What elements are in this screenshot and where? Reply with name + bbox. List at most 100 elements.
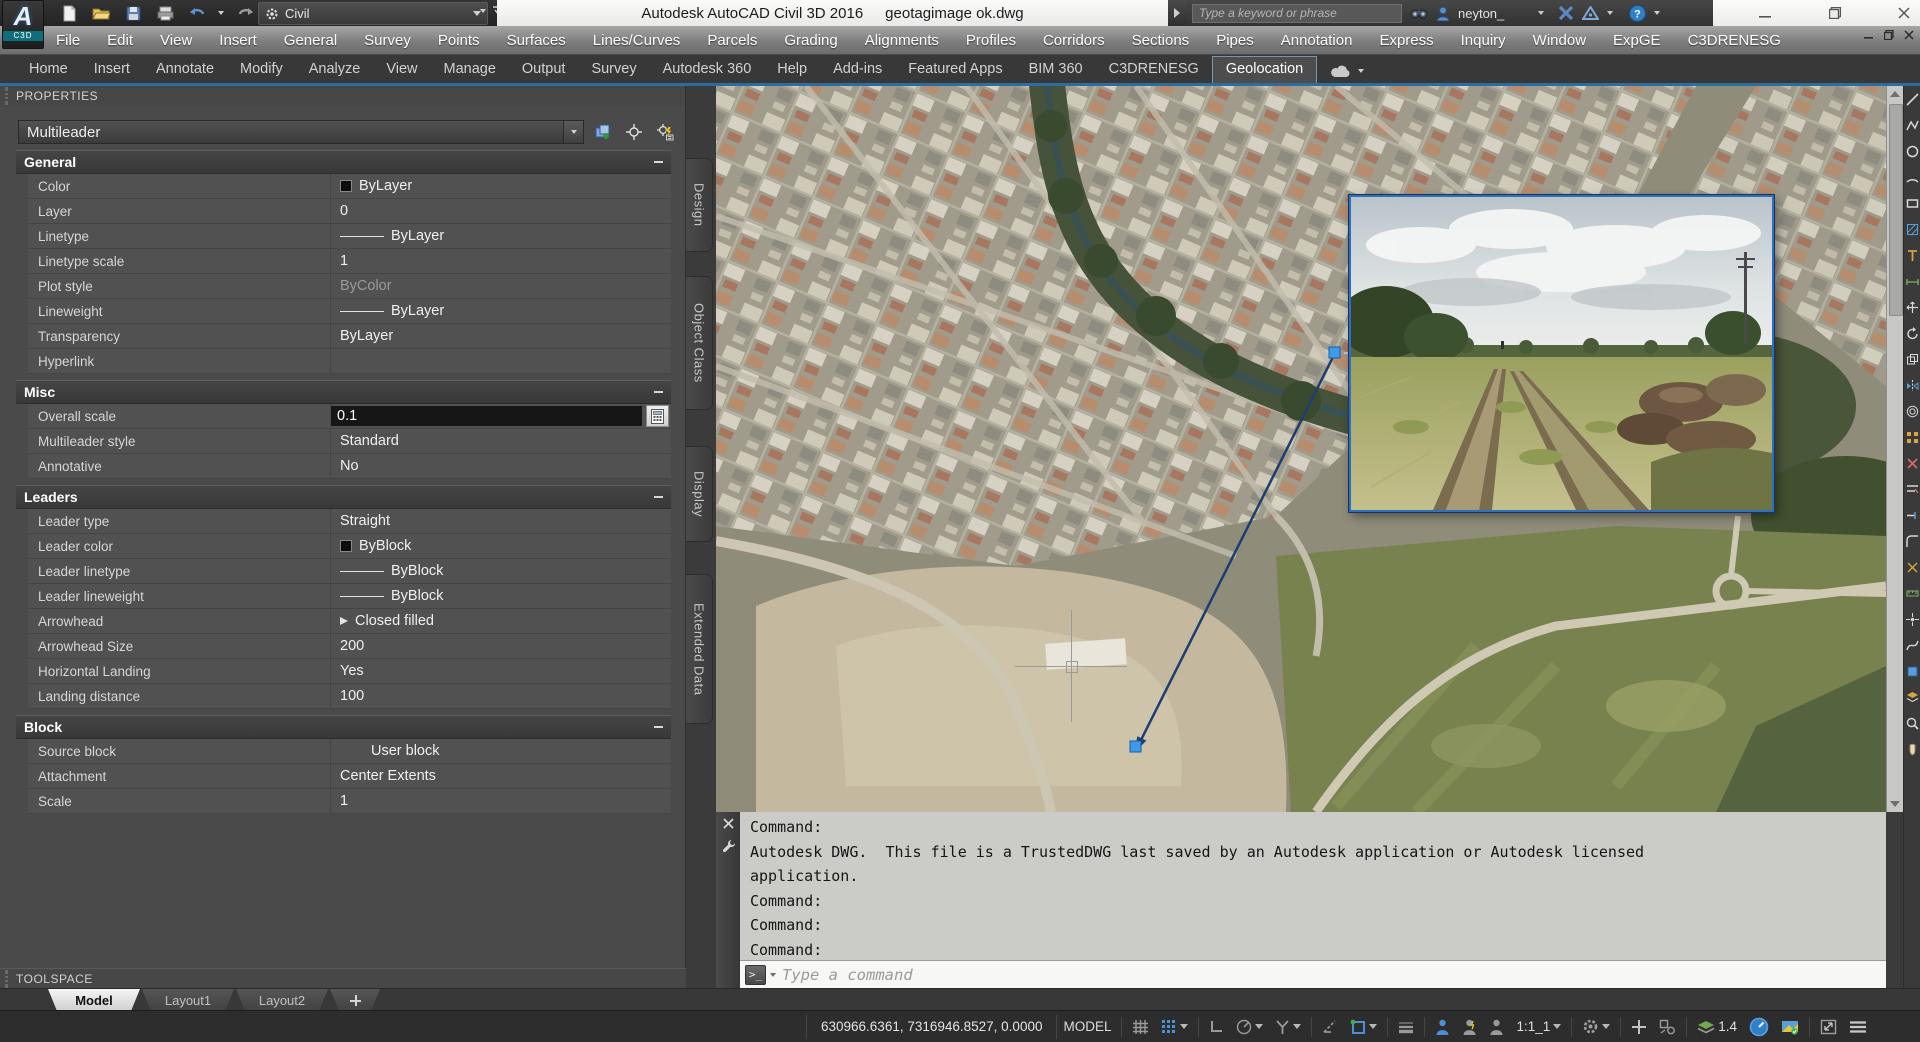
ribbon-tab-survey[interactable]: Survey	[578, 57, 649, 83]
autodesk360-icon[interactable]	[1582, 6, 1599, 20]
tab-extended-data[interactable]: Extended Data	[686, 574, 713, 724]
toolspace-palette-title[interactable]: TOOLSPACE	[0, 968, 686, 988]
ribbon-tab-modify[interactable]: Modify	[227, 57, 296, 83]
title-overflow-button[interactable]	[1168, 0, 1186, 26]
menu-profiles[interactable]: Profiles	[966, 32, 1016, 49]
menu-alignments[interactable]: Alignments	[865, 32, 939, 49]
block-insert-icon[interactable]	[1905, 664, 1920, 679]
cloud-share-icon[interactable]	[1331, 64, 1353, 78]
select-objects-button[interactable]	[622, 120, 646, 144]
quick-calc-button[interactable]	[646, 405, 669, 427]
overall-scale-input[interactable]: 0.1	[331, 406, 642, 426]
spline-icon[interactable]	[1905, 638, 1920, 653]
ribbon-tab-output[interactable]: Output	[509, 57, 579, 83]
measure-icon[interactable]	[1905, 586, 1920, 601]
properties-palette-title[interactable]: PROPERTIES	[0, 86, 685, 106]
command-customize-wrench-icon[interactable]	[722, 839, 735, 852]
menu-express[interactable]: Express	[1379, 32, 1433, 49]
new-file-button[interactable]	[58, 3, 80, 23]
tab-layout2[interactable]: Layout2	[236, 989, 328, 1011]
application-menu-button[interactable]: A C3D	[2, 0, 44, 49]
open-file-button[interactable]	[90, 3, 112, 23]
annotation-autoscale-button[interactable]	[1456, 1015, 1483, 1039]
workspace-selector[interactable]: Civil	[258, 2, 488, 25]
menu-c3drenesg[interactable]: C3DRENESG	[1688, 32, 1781, 49]
ribbon-tab-insert[interactable]: Insert	[81, 57, 143, 83]
menu-inquiry[interactable]: Inquiry	[1461, 32, 1506, 49]
polar-caret-icon[interactable]	[1255, 1024, 1263, 1029]
command-recent-caret-icon[interactable]	[770, 973, 776, 977]
ribbon-tab-help[interactable]: Help	[764, 57, 820, 83]
annotation-scale-button[interactable]: 1:1_1	[1510, 1015, 1567, 1039]
tab-display[interactable]: Display	[686, 446, 713, 542]
collapse-icon[interactable]	[654, 161, 663, 163]
workspace-switching-button[interactable]	[1576, 1015, 1616, 1039]
object-type-caret-icon[interactable]	[563, 121, 583, 143]
viewport-scrollbar[interactable]	[1886, 86, 1903, 812]
quick-select-button[interactable]	[653, 120, 677, 144]
point-icon[interactable]	[1905, 612, 1920, 627]
grid-display-button[interactable]	[1126, 1015, 1155, 1039]
draw-rectangle-icon[interactable]	[1905, 196, 1920, 211]
offset-icon[interactable]	[1905, 404, 1920, 419]
command-history[interactable]: Command:Autodesk DWG. This file is a Tru…	[740, 812, 1886, 960]
tab-model[interactable]: Model	[48, 989, 140, 1011]
lineweight-display-button[interactable]	[1392, 1015, 1420, 1039]
menu-edit[interactable]: Edit	[107, 32, 133, 49]
explode-icon[interactable]	[1905, 560, 1920, 575]
draw-line-icon[interactable]	[1905, 92, 1920, 107]
menu-window[interactable]: Window	[1533, 32, 1586, 49]
draw-arc-icon[interactable]	[1905, 170, 1920, 185]
save-button[interactable]	[122, 3, 144, 23]
isometric-drafting-button[interactable]	[1269, 1015, 1307, 1039]
exchange-apps-icon[interactable]	[1558, 6, 1574, 20]
extend-icon[interactable]	[1905, 508, 1920, 523]
erase-icon[interactable]	[1905, 456, 1920, 471]
minimize-button[interactable]	[1759, 8, 1772, 19]
signed-in-username[interactable]: neyton_	[1458, 6, 1504, 21]
fillet-icon[interactable]	[1905, 534, 1920, 549]
scroll-up-icon[interactable]	[1890, 91, 1900, 97]
ribbon-tab-manage[interactable]: Manage	[431, 57, 509, 83]
collapse-icon[interactable]	[654, 496, 663, 498]
help-caret-icon[interactable]	[1654, 11, 1660, 15]
rotate-icon[interactable]	[1905, 326, 1920, 341]
hatch-icon[interactable]	[1905, 222, 1920, 237]
tab-object-class[interactable]: Object Class	[686, 276, 713, 410]
iso-caret-icon[interactable]	[1293, 1024, 1301, 1029]
doc-close-button[interactable]	[1904, 30, 1914, 40]
grip-leader-start[interactable]	[1329, 347, 1340, 358]
draw-polyline-icon[interactable]	[1905, 118, 1920, 133]
menu-file[interactable]: File	[56, 32, 80, 49]
ortho-mode-button[interactable]	[1203, 1015, 1230, 1039]
pan-tool-icon[interactable]	[1905, 742, 1920, 757]
workspace-caret-icon[interactable]	[1602, 1024, 1610, 1029]
redo-button[interactable]	[234, 3, 256, 23]
array-icon[interactable]	[1905, 430, 1920, 445]
menu-parcels[interactable]: Parcels	[707, 32, 757, 49]
new-layout-button[interactable]	[330, 989, 380, 1011]
menu-pipes[interactable]: Pipes	[1216, 32, 1254, 49]
isolate-objects-button[interactable]	[1653, 1015, 1682, 1039]
doc-minimize-button[interactable]	[1864, 30, 1875, 40]
collapse-icon[interactable]	[654, 726, 663, 728]
section-header-general[interactable]: General	[16, 150, 671, 174]
search-input[interactable]	[1192, 4, 1402, 23]
a360-caret-icon[interactable]	[1607, 11, 1613, 15]
tab-design[interactable]: Design	[686, 158, 713, 252]
ribbon-tab-home[interactable]: Home	[16, 57, 81, 83]
geolocation-status-button[interactable]	[1775, 1015, 1805, 1039]
ribbon-tab-featured-apps[interactable]: Featured Apps	[895, 57, 1015, 83]
ribbon-tab-addins[interactable]: Add-ins	[820, 57, 895, 83]
help-icon[interactable]: ?	[1629, 5, 1646, 22]
menu-view[interactable]: View	[160, 32, 192, 49]
menu-survey[interactable]: Survey	[364, 32, 411, 49]
ribbon-tab-geolocation[interactable]: Geolocation	[1212, 56, 1317, 83]
object-snap-button[interactable]	[1344, 1015, 1383, 1039]
menu-surfaces[interactable]: Surfaces	[507, 32, 566, 49]
mirror-icon[interactable]	[1905, 378, 1920, 393]
tab-layout1[interactable]: Layout1	[142, 989, 234, 1011]
menu-annotation[interactable]: Annotation	[1281, 32, 1353, 49]
object-snap-tracking-button[interactable]	[1316, 1015, 1344, 1039]
photo-attachment[interactable]	[1349, 195, 1774, 512]
